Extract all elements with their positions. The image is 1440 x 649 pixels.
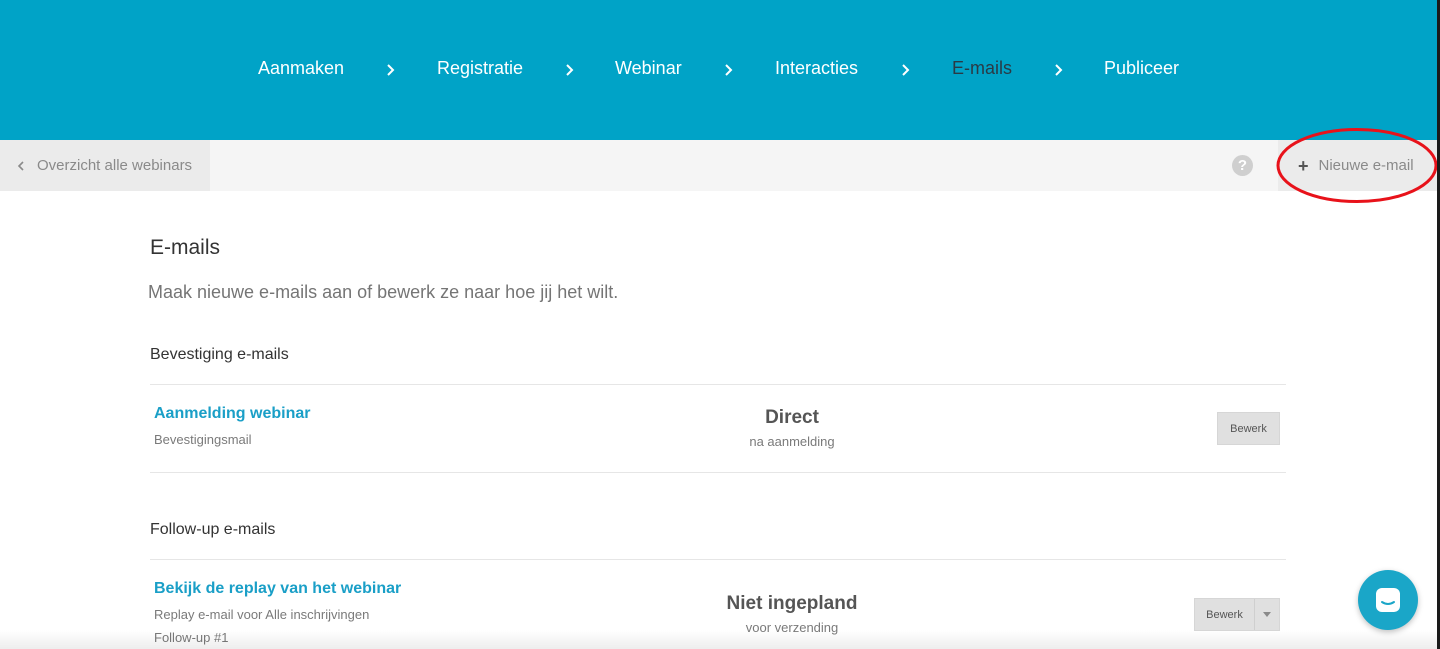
email-timing-detail: na aanmelding [749,434,835,449]
chat-icon [1376,588,1400,612]
chevron-right-icon [387,64,395,76]
sub-toolbar: Overzicht alle webinars ? + Nieuwe e-mai… [0,140,1440,191]
step-emails[interactable]: E-mails [952,58,1012,79]
divider [150,384,1286,385]
email-sequence: Follow-up #1 [154,630,229,645]
chevron-right-icon [566,64,574,76]
caret-down-icon[interactable] [1255,599,1279,630]
chevron-right-icon [902,64,910,76]
page-subtitle: Maak nieuwe e-mails aan of bewerk ze naa… [148,282,619,302]
wizard-bar: Aanmaken Registratie Webinar Interacties… [0,0,1440,140]
chat-launcher-button[interactable] [1358,570,1418,630]
step-webinar[interactable]: Webinar [615,58,682,79]
email-type: Bevestigingsmail [154,432,252,447]
email-timing-detail: voor verzending [745,620,839,635]
help-icon[interactable]: ? [1232,155,1253,176]
main-content: E-mails Maak nieuwe e-mails aan of bewer… [0,191,1440,649]
edit-button[interactable]: Bewerk [1195,599,1255,630]
chevron-left-icon [17,160,24,171]
chevron-right-icon [1055,64,1063,76]
divider [150,559,1286,560]
edit-button[interactable]: Bewerk [1217,412,1280,445]
email-timing: Direct [765,407,819,428]
divider [150,472,1286,473]
step-registratie[interactable]: Registratie [437,58,523,79]
email-timing: Niet ingepland [726,593,858,614]
new-email-label: Nieuwe e-mail [1318,157,1414,174]
step-interacties[interactable]: Interacties [775,58,858,79]
email-title-link[interactable]: Bekijk de replay van het webinar [154,580,401,598]
new-email-button[interactable]: + Nieuwe e-mail [1278,140,1440,191]
email-title-link[interactable]: Aanmelding webinar [154,405,310,423]
back-to-overview-button[interactable]: Overzicht alle webinars [0,140,210,191]
chevron-right-icon [725,64,733,76]
section-title-followup: Follow-up e-mails [150,521,276,538]
back-button-label: Overzicht alle webinars [37,157,193,174]
email-type: Replay e-mail voor Alle inschrijvingen [154,607,370,622]
page-title: E-mails [150,236,221,259]
step-publiceer[interactable]: Publiceer [1104,58,1179,79]
step-aanmaken[interactable]: Aanmaken [258,58,344,79]
plus-icon: + [1298,155,1309,176]
section-title-confirmation: Bevestiging e-mails [150,346,289,363]
edit-split-button[interactable]: Bewerk [1194,598,1280,631]
wizard-steps: Aanmaken Registratie Webinar Interacties… [0,58,1440,82]
